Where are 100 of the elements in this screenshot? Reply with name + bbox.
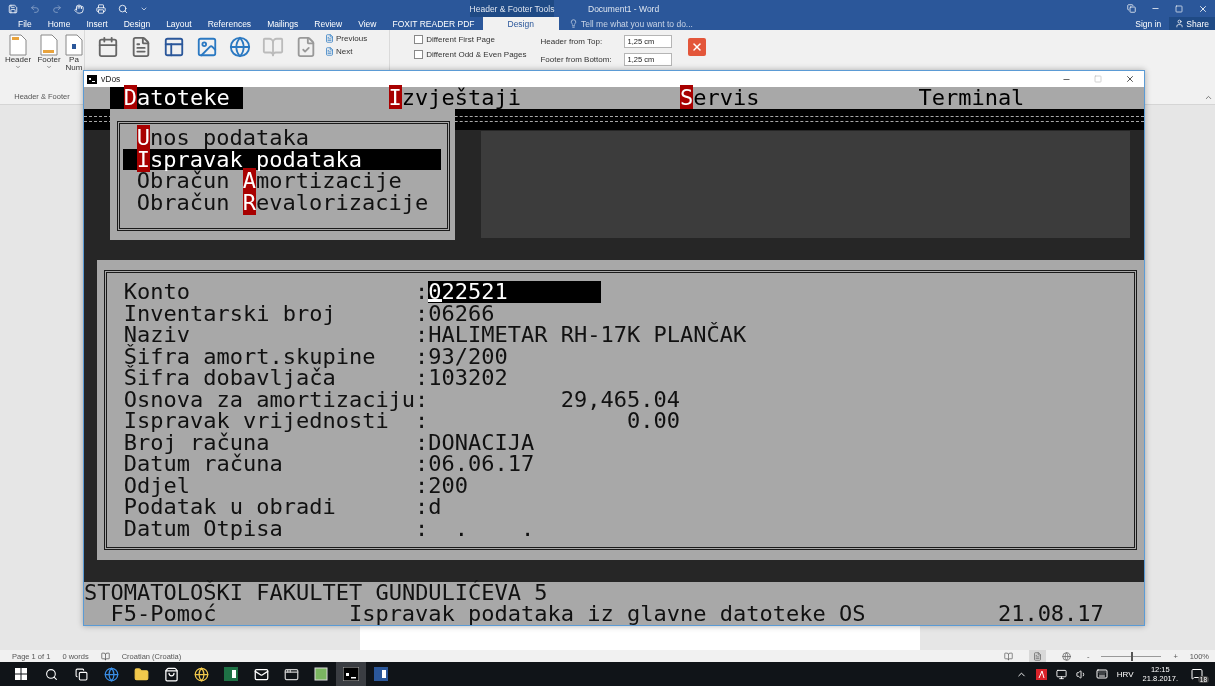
touch-mode-icon[interactable] (74, 3, 84, 14)
menu-item[interactable]: Servis (666, 87, 773, 109)
field-value: 93/200 (428, 345, 508, 368)
ribbon-tab[interactable]: File (10, 17, 40, 30)
ribbon-tab[interactable]: Review (306, 17, 351, 30)
field-value: 200 (428, 474, 469, 497)
navigation-button[interactable]: Previous (325, 34, 368, 43)
field-value: HALIMETAR RH-17K PLANČAK (428, 324, 747, 346)
field-value: 06.06.17 (428, 453, 535, 475)
ribbon-button[interactable]: Footer (35, 34, 63, 72)
field-label: Datum računa (123, 453, 284, 475)
console-icon[interactable] (336, 662, 366, 686)
page-icon (325, 34, 334, 43)
page-icon (325, 47, 334, 56)
volume-icon[interactable] (1075, 668, 1087, 680)
status-message: Ispravak podataka iz glavne datoteke OS (348, 603, 866, 625)
ribbon-tab[interactable]: References (199, 17, 260, 30)
close-button[interactable] (688, 38, 707, 56)
organization-name: STOMATOLOŠKI FAKULTET GUNDULIĆEVA 5 (84, 581, 548, 603)
field-separator: : (415, 367, 429, 389)
field-value: 29,465.04 (559, 388, 680, 411)
input-field[interactable]: 022521 (428, 281, 601, 303)
field-separator: : (415, 281, 429, 303)
field-label: Inventarski broj (123, 302, 337, 325)
print-preview-icon[interactable] (118, 3, 128, 14)
field-label: Podatak u obradi (123, 496, 337, 518)
caret-icon (46, 64, 52, 70)
network-icon[interactable] (1055, 668, 1067, 680)
ribbon-tab[interactable]: Layout (158, 17, 200, 30)
document-icon[interactable] (130, 36, 152, 58)
save-icon[interactable] (8, 3, 18, 14)
field-label: Osnova za amortizaciju (123, 388, 416, 411)
field-separator: : (415, 388, 429, 411)
date-label: 21.08.17 (997, 603, 1104, 625)
field-label: Datum Otpisa (123, 517, 284, 540)
ribbon-button[interactable]: Pa Num (66, 34, 82, 72)
globe-picture-icon[interactable] (229, 36, 251, 58)
tell-me-field[interactable]: Tell me what you want to do... (568, 17, 693, 30)
ribbon-button[interactable]: Header (4, 34, 32, 72)
field-label: Odjel (123, 474, 191, 497)
field-label: Broj računa (123, 431, 270, 454)
ribbon-tab[interactable]: Insert (78, 17, 116, 30)
option-checkbox[interactable]: Different First Page (414, 35, 527, 44)
position-label: Header from Top: (540, 37, 604, 46)
ribbon-tab[interactable]: Mailings (259, 17, 307, 30)
field-value: 103202 (428, 367, 508, 389)
print-icon[interactable] (96, 3, 106, 14)
calendar-icon[interactable] (97, 36, 119, 58)
close-icon (691, 41, 704, 53)
page-number-icon (65, 34, 83, 56)
ribbon-tab[interactable]: Design (482, 17, 559, 30)
field-value: 06266 (428, 302, 495, 325)
contextual-tab-group: Header & Footer Tools (470, 0, 554, 17)
print-layout-icon[interactable] (1028, 650, 1046, 662)
field-value: 0.00 (627, 410, 680, 432)
footer-page-icon (40, 34, 58, 56)
menu-item[interactable]: Datoteke (110, 87, 243, 109)
text-cursor (428, 298, 442, 302)
menu-item[interactable]: Ispravak podataka (123, 148, 442, 170)
field-value: d (428, 496, 442, 518)
field-separator: : (415, 410, 429, 432)
proofing-icon[interactable] (100, 651, 110, 661)
lightbulb-icon (568, 19, 578, 28)
window-title: Document1 - Word (588, 2, 660, 16)
ribbon-tab[interactable]: View (350, 17, 385, 30)
field-label: Ispravak vrijednosti (123, 410, 389, 432)
ribbon-tab[interactable]: Home (39, 17, 79, 30)
collapse-ribbon-icon[interactable] (1204, 93, 1213, 102)
ribbon-tab[interactable]: Design (115, 17, 159, 30)
field-value: DONACIJA (428, 431, 535, 454)
keyboard-icon[interactable] (1095, 668, 1108, 680)
field-separator: : (415, 474, 429, 497)
field-value: . . (453, 517, 535, 540)
input-language[interactable]: HRV (1116, 669, 1134, 679)
console-icon (87, 74, 97, 84)
field-separator: : (415, 345, 429, 368)
field-separator: : (415, 453, 429, 475)
menu-item[interactable]: Terminal (905, 87, 1038, 109)
menu-item[interactable]: Izvještaji (375, 87, 535, 109)
share-button[interactable]: Share (1169, 17, 1215, 30)
help-hint: F5-Pomoć (110, 603, 217, 625)
position-label: Footer from Bottom: (540, 55, 613, 64)
antivirus-icon[interactable] (1035, 668, 1047, 680)
field-separator: : (415, 324, 429, 346)
field-label: Konto (123, 281, 191, 303)
navigation-button[interactable]: Next (325, 47, 368, 56)
field-separator: : (415, 302, 429, 325)
field-separator: : (415, 496, 429, 518)
picture-icon[interactable] (196, 36, 218, 58)
layout-icon[interactable] (163, 36, 185, 58)
window-title: vDos (101, 74, 121, 84)
option-checkbox[interactable]: Different Odd & Even Pages (414, 50, 527, 59)
person-icon (1175, 19, 1185, 28)
field-separator: : (415, 517, 429, 540)
caret-icon (15, 64, 21, 70)
header-page-icon (9, 34, 27, 56)
sign-in-link[interactable]: Sign in (1135, 17, 1162, 30)
ribbon-tab[interactable]: FOXIT READER PDF (384, 17, 483, 30)
menu-item[interactable]: Obračun Revalorizacije (123, 191, 442, 213)
field-label: Šifra dobavljača (123, 367, 336, 389)
